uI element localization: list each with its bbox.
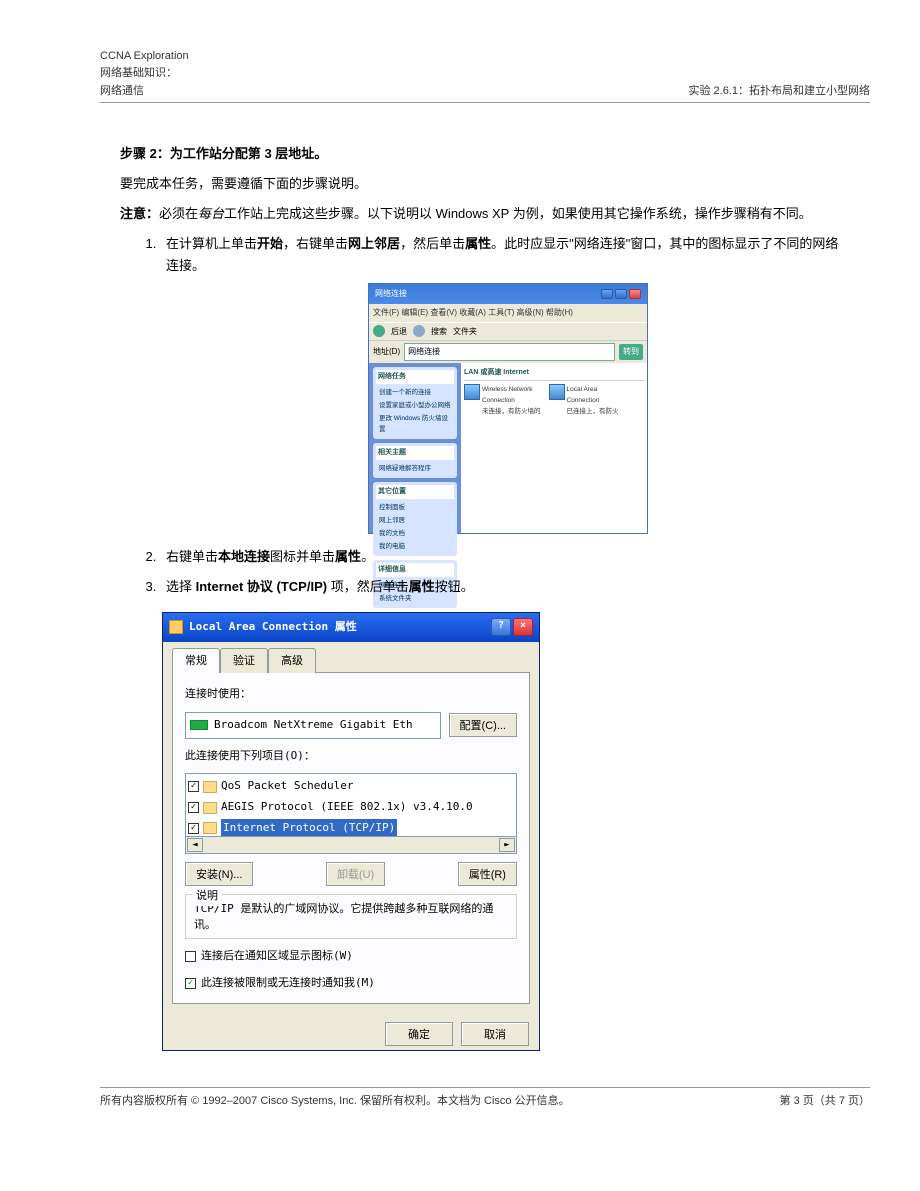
list-scrollbar: ◄ ►	[185, 837, 517, 854]
header-lab: 实验 2.6.1：拓扑布局和建立小型网络	[688, 82, 870, 98]
checkbox-icon[interactable]: ✓	[188, 781, 199, 792]
scroll-right-icon[interactable]: ►	[499, 838, 515, 852]
list-item-qos[interactable]: ✓QoS Packet Scheduler	[188, 776, 514, 797]
close-button[interactable]: ×	[513, 618, 533, 636]
adapter-field: Broadcom NetXtreme Gigabit Eth	[185, 712, 441, 739]
search-label[interactable]: 搜索	[431, 325, 447, 339]
properties-button[interactable]: 属性(R)	[458, 862, 517, 886]
notify-checkbox-row[interactable]: ✓ 此连接被限制或无连接时通知我(M)	[185, 974, 517, 993]
conn-label: 连接时使用：	[185, 685, 517, 704]
header-sub2: 网络通信	[100, 82, 189, 98]
s2-tabs: 常规 验证 高级	[172, 648, 530, 674]
step-item-1: 在计算机上单击开始，右键单击网上邻居，然后单击属性。此时应显示"网络连接"窗口，…	[160, 233, 850, 534]
component-icon	[203, 822, 217, 834]
lan-icon	[549, 384, 565, 400]
screenshot-lac-properties: Local Area Connection 属性 ? × 常规 验证 高级	[162, 612, 540, 1051]
addr-label: 地址(D)	[373, 345, 400, 359]
s1-title-text: 网络连接	[375, 287, 407, 301]
s1-main: LAN 或高速 Internet Wireless Network Connec…	[461, 363, 647, 533]
adapter-name: Broadcom NetXtreme Gigabit Eth	[214, 716, 413, 735]
step-title: 步骤 2：为工作站分配第 3 层地址。	[120, 143, 850, 165]
checkbox-icon[interactable]	[185, 951, 196, 962]
connection-icon	[169, 620, 183, 634]
s1-addressbar: 地址(D) 网络连接 转到	[369, 341, 647, 363]
s1-sidebar: 网络任务 创建一个新的连接 设置家庭或小型办公网络 更改 Windows 防火墙…	[369, 363, 461, 533]
component-icon	[203, 802, 217, 814]
ok-button[interactable]: 确定	[385, 1022, 453, 1046]
step-item-2: 右键单击本地连接图标并单击属性。	[160, 546, 850, 568]
page-footer: 所有内容版权所有 © 1992–2007 Cisco Systems, Inc.…	[100, 1087, 870, 1108]
footer-copyright: 所有内容版权所有 © 1992–2007 Cisco Systems, Inc.…	[100, 1092, 570, 1108]
back-label[interactable]: 后退	[391, 325, 407, 339]
checkbox-icon[interactable]: ✓	[188, 823, 199, 834]
configure-button[interactable]: 配置(C)...	[449, 713, 517, 737]
footer-page: 第 3 页（共 7 页）	[780, 1092, 870, 1108]
help-button[interactable]: ?	[491, 618, 511, 636]
nic-icon	[190, 720, 208, 730]
s2-panel: 连接时使用： Broadcom NetXtreme Gigabit Eth 配置…	[172, 672, 530, 1003]
maximize-icon[interactable]	[615, 289, 627, 299]
step-note: 注意：必须在每台工作站上完成这些步骤。以下说明以 Windows XP 为例，如…	[120, 203, 850, 225]
folders-label[interactable]: 文件夹	[453, 325, 477, 339]
list-item-aegis[interactable]: ✓AEGIS Protocol (IEEE 802.1x) v3.4.10.0	[188, 797, 514, 818]
close-icon[interactable]	[629, 289, 641, 299]
s1-titlebar: 网络连接	[369, 284, 647, 304]
uses-label: 此连接使用下列项目(O)：	[185, 747, 517, 766]
step-item-3: 选择 Internet 协议 (TCP/IP) 项，然后单击属性按钮。 Loca…	[160, 576, 850, 1051]
wireless-icon	[464, 384, 480, 400]
s1-toolbar: 后退 搜索 文件夹	[369, 322, 647, 342]
screenshot-network-connections: 网络连接 文件(F) 编辑(E) 查看(V) 收藏(A) 工具(T) 高级(N)…	[368, 283, 648, 533]
s1-menubar[interactable]: 文件(F) 编辑(E) 查看(V) 收藏(A) 工具(T) 高级(N) 帮助(H…	[369, 304, 647, 322]
header-title: CCNA Exploration	[100, 50, 189, 62]
wireless-connection-item[interactable]: Wireless Network Connection 未连接，有防火墙的	[464, 384, 541, 417]
s1-section-header: LAN 或高速 Internet	[464, 366, 644, 381]
checkbox-icon[interactable]: ✓	[188, 802, 199, 813]
tab-advanced[interactable]: 高级	[268, 648, 316, 674]
note-label: 注意：	[120, 206, 159, 221]
addr-field[interactable]: 网络连接	[404, 343, 615, 361]
description-label: 说明	[192, 887, 222, 906]
step-intro: 要完成本任务，需要遵循下面的步骤说明。	[120, 173, 850, 195]
minimize-icon[interactable]	[601, 289, 613, 299]
forward-icon[interactable]	[413, 325, 425, 337]
tab-general[interactable]: 常规	[172, 648, 220, 674]
show-icon-checkbox-row[interactable]: 连接后在通知区域显示图标(W)	[185, 947, 517, 966]
page-header: CCNA Exploration 网络基础知识： 网络通信 实验 2.6.1：拓…	[100, 50, 870, 103]
description-group: 说明 TCP/IP 是默认的广域网协议。它提供跨越多种互联网络的通讯。	[185, 894, 517, 939]
step-list: 在计算机上单击开始，右键单击网上邻居，然后单击属性。此时应显示"网络连接"窗口，…	[160, 233, 850, 1050]
uninstall-button: 卸载(U)	[326, 862, 385, 886]
component-icon	[203, 781, 217, 793]
content: 步骤 2：为工作站分配第 3 层地址。 要完成本任务，需要遵循下面的步骤说明。 …	[120, 143, 850, 1051]
sidebar-box-related: 相关主题 网络疑难解答程序	[373, 443, 457, 478]
description-text: TCP/IP 是默认的广域网协议。它提供跨越多种互联网络的通讯。	[194, 901, 508, 932]
back-icon[interactable]	[373, 325, 385, 337]
sidebar-box-other: 其它位置 控制面板 网上邻居 我的文档 我的电脑	[373, 482, 457, 556]
checkbox-checked-icon[interactable]: ✓	[185, 978, 196, 989]
scroll-left-icon[interactable]: ◄	[187, 838, 203, 852]
tab-auth[interactable]: 验证	[220, 648, 268, 674]
components-list[interactable]: ✓QoS Packet Scheduler ✓AEGIS Protocol (I…	[185, 773, 517, 837]
local-area-connection-item[interactable]: Local Area Connection 已连接上，有防火	[549, 384, 619, 417]
s2-titlebar: Local Area Connection 属性 ? ×	[163, 613, 539, 642]
list-item-tcpip[interactable]: ✓Internet Protocol (TCP/IP)	[188, 818, 514, 838]
install-button[interactable]: 安装(N)...	[185, 862, 253, 886]
header-sub1: 网络基础知识：	[100, 64, 189, 80]
s2-title-text: Local Area Connection 属性	[189, 618, 357, 637]
go-button[interactable]: 转到	[619, 344, 643, 360]
sidebar-box-tasks: 网络任务 创建一个新的连接 设置家庭或小型办公网络 更改 Windows 防火墙…	[373, 367, 457, 439]
cancel-button[interactable]: 取消	[461, 1022, 529, 1046]
